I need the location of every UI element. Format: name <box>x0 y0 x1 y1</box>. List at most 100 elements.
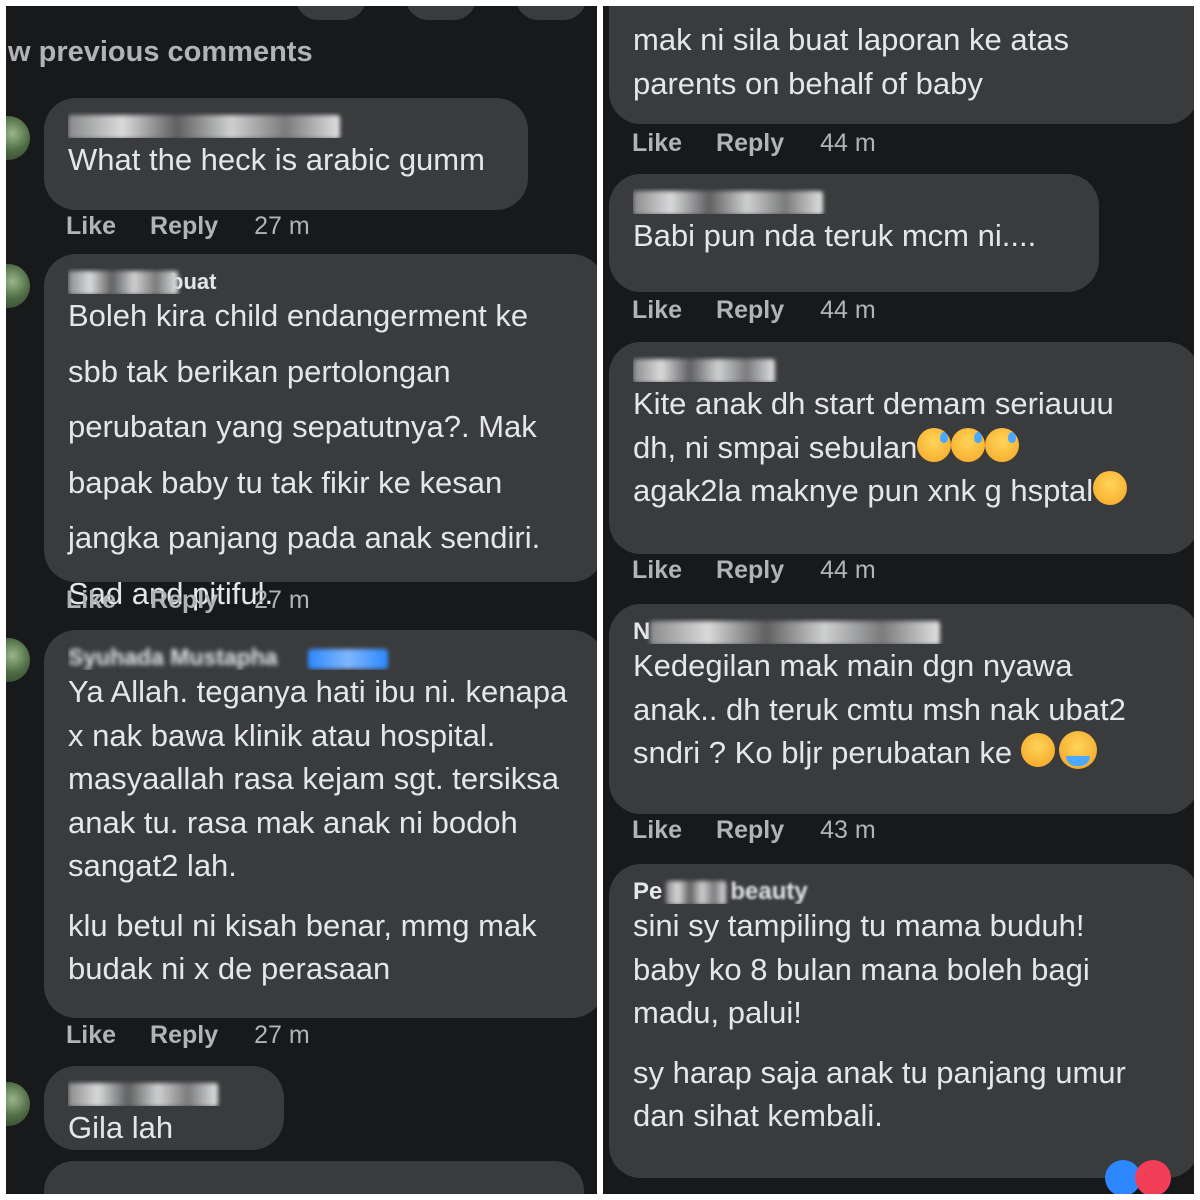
top-reaction-strip <box>296 6 586 20</box>
comment-line: dan sihat kembali. <box>633 1098 883 1133</box>
comment-bubble-2: buat Boleh kira child endangerment ke sb… <box>44 254 597 611</box>
top-chip-3 <box>516 6 586 20</box>
reply-button[interactable]: Reply <box>716 556 784 585</box>
comment-bubble-r1: mak ni sila buat laporan ke atas parents… <box>609 6 1194 124</box>
author-name-partly-redacted[interactable]: Syuhada Mustapha <box>68 644 582 670</box>
like-button[interactable]: Like <box>632 129 682 158</box>
comment-line: mak ni sila buat laporan ke atas <box>633 22 1069 57</box>
avatar[interactable] <box>6 264 30 308</box>
author-name: Syuhada Mustapha <box>68 644 278 670</box>
comment-line-text: dh, ni smpai sebulan <box>633 429 918 465</box>
comment-actions-r1: Like Reply 44 m <box>632 129 876 158</box>
author-name-redacted[interactable] <box>633 188 1077 214</box>
comment-actions-r3: Like Reply 44 m <box>632 556 876 585</box>
comment-line: jangka panjang pada anak sendiri. <box>68 520 541 555</box>
comment-actions-2: Like Reply 27 m <box>66 586 310 615</box>
comment-bubble-r5: Pe beauty sini sy tampiling tu mama buduh… <box>609 864 1194 1194</box>
comment-timestamp[interactable]: 44 m <box>820 296 876 325</box>
comment-actions-r4: Like Reply 43 m <box>632 816 876 845</box>
like-button[interactable]: Like <box>632 296 682 325</box>
comment-line: bapak baby tu tak fikir ke kesan <box>68 464 503 500</box>
comment-actions-3: Like Reply 27 m <box>66 1021 310 1050</box>
redaction-blur <box>650 620 941 644</box>
top-chip-1 <box>296 6 366 20</box>
like-button[interactable]: Like <box>632 556 682 585</box>
author-name-redacted[interactable]: buat <box>68 268 582 294</box>
reply-button[interactable]: Reply <box>150 1021 218 1050</box>
comment-timestamp[interactable]: 27 m <box>254 586 310 615</box>
avatar[interactable] <box>6 116 30 160</box>
redaction-blur <box>68 270 178 294</box>
relieved-emoji <box>1020 733 1055 767</box>
redaction-blur <box>68 1082 218 1106</box>
sweat-smile-emoji <box>985 427 1020 462</box>
redaction-blur <box>633 358 775 382</box>
author-name-redacted[interactable] <box>68 112 506 138</box>
top-chip-2 <box>406 6 476 20</box>
redaction-blur <box>666 880 727 904</box>
author-name-partly-redacted[interactable]: Pe beauty <box>633 878 1177 904</box>
comment-line: sini sy tampiling tu mama buduh! <box>633 908 1085 943</box>
follow-link[interactable] <box>308 648 389 669</box>
comment-line: Kedegilan mak main dgn nyawa <box>633 648 1073 683</box>
reply-button[interactable]: Reply <box>150 586 218 615</box>
like-button[interactable]: Like <box>66 212 116 241</box>
author-name-fragment: beauty <box>730 878 808 904</box>
view-previous-comments-link[interactable]: w previous comments <box>8 36 313 69</box>
sweat-smile-emoji <box>917 427 952 462</box>
like-button[interactable]: Like <box>66 586 116 615</box>
redaction-blur <box>68 114 340 138</box>
crying-emoji <box>1058 731 1097 769</box>
comment-line: budak ni x de perasaan <box>68 951 391 986</box>
sweat-smile-emoji <box>951 427 986 462</box>
comment-bubble-r2: Babi pun nda teruk mcm ni.... <box>609 174 1099 292</box>
avatar[interactable] <box>6 1082 30 1126</box>
comment-timestamp[interactable]: 44 m <box>820 556 876 585</box>
comment-line-text: agak2la maknye pun xnk g hsptal <box>633 473 1094 508</box>
comment-text: Gila lah <box>68 1110 174 1145</box>
comment-text: Babi pun nda teruk mcm ni.... <box>633 218 1037 253</box>
comment-bubble-4: Gila lah <box>44 1066 284 1150</box>
comment-line: baby ko 8 bulan mana boleh bagi <box>633 951 1090 987</box>
comment-line: sy harap saja anak tu panjang umur <box>633 1054 1126 1090</box>
comment-bubble-1: What the heck is arabic gumm <box>44 98 528 210</box>
comment-line: sbb tak berikan pertolongan <box>68 353 451 389</box>
comment-actions-1: Like Reply 27 m <box>66 212 310 241</box>
comment-line: x nak bawa klinik atau hospital. <box>68 717 496 753</box>
reply-button[interactable]: Reply <box>150 212 218 241</box>
comment-line: masyaallah rasa kejam sgt. tersiksa <box>68 761 560 796</box>
comment-line: madu, palui! <box>633 995 802 1030</box>
comment-bubble-r4: N Kedegilan mak main dgn nyawa anak.. dh… <box>609 604 1194 814</box>
comment-line-text: sndri ? Ko bljr perubatan ke <box>633 735 1013 770</box>
comment-bubble-r3: Kite anak dh start demam seriauuu dh, ni… <box>609 342 1194 554</box>
comment-timestamp[interactable]: 44 m <box>820 129 876 158</box>
comment-line: parents on behalf of baby <box>633 65 983 101</box>
comment-bubble-3: Syuhada Mustapha Ya Allah. teganya hati … <box>44 630 597 1018</box>
like-button[interactable]: Like <box>66 1021 116 1050</box>
like-button[interactable]: Like <box>632 816 682 845</box>
love-reaction-icon <box>1135 1160 1171 1194</box>
author-name-redacted[interactable] <box>68 1080 262 1106</box>
comment-line: sangat2 lah. <box>68 848 237 883</box>
author-name-fragment: Pe <box>633 878 663 904</box>
comment-line: anak.. dh teruk cmtu msh nak ubat2 <box>633 691 1126 727</box>
comment-text: What the heck is arabic gumm <box>68 142 485 177</box>
comment-line: Boleh kira child endangerment ke <box>68 298 529 333</box>
comment-line: Ya Allah. teganya hati ibu ni. kenapa <box>68 674 568 709</box>
comment-timestamp[interactable]: 27 m <box>254 212 310 241</box>
comment-timestamp[interactable]: 27 m <box>254 1021 310 1050</box>
reply-button[interactable]: Reply <box>716 296 784 325</box>
author-name-redacted[interactable] <box>633 356 1177 382</box>
comment-timestamp[interactable]: 43 m <box>820 816 876 845</box>
reaction-count-badge[interactable] <box>1105 1160 1171 1194</box>
write-comment-input[interactable] <box>44 1161 584 1194</box>
avatar[interactable] <box>6 638 30 682</box>
comment-line: klu betul ni kisah benar, mmg mak <box>68 907 537 943</box>
reply-button[interactable]: Reply <box>716 816 784 845</box>
right-comment-panel: mak ni sila buat laporan ke atas parents… <box>603 6 1194 1194</box>
author-name-partly-redacted[interactable]: N <box>633 618 1177 644</box>
comment-line: anak tu. rasa mak anak ni bodoh <box>68 804 518 840</box>
left-comment-panel: w previous comments What the heck is ara… <box>6 6 597 1194</box>
comment-line: dh, ni smpai sebulan <box>633 426 1177 470</box>
reply-button[interactable]: Reply <box>716 129 784 158</box>
